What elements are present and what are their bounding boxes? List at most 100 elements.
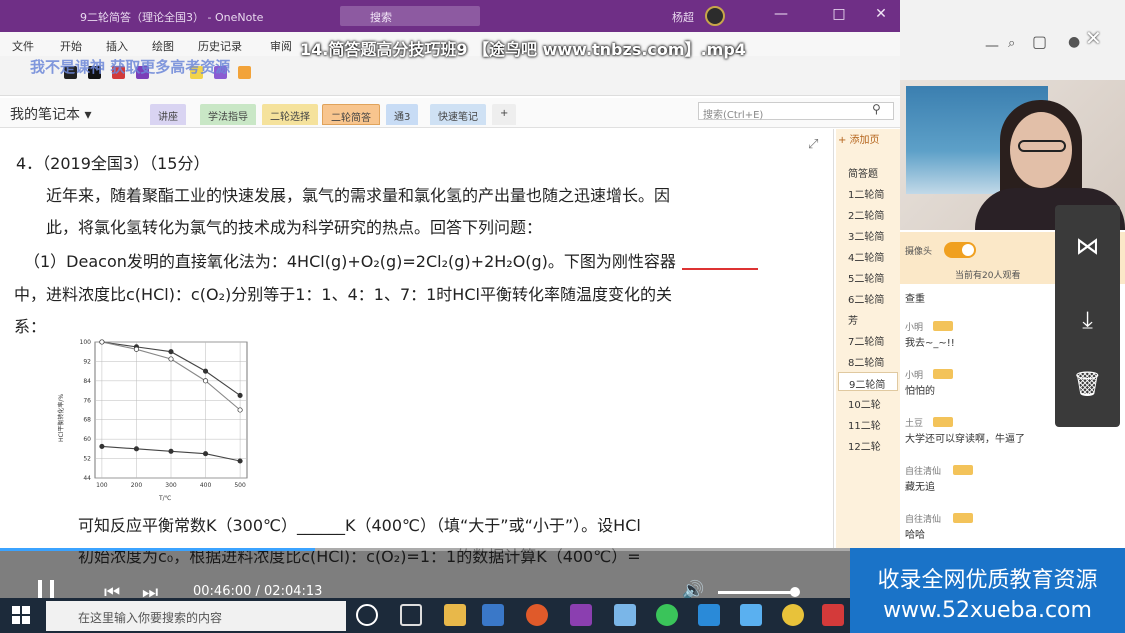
app-icon[interactable] — [614, 604, 636, 626]
chat-message: 哈哈 — [905, 530, 925, 541]
y-tick-label: 76 — [83, 397, 91, 404]
page-item[interactable]: 2二轮简 — [838, 204, 898, 223]
tab-review[interactable]: 审阅 — [270, 38, 292, 54]
section-tab-active[interactable]: 二轮简答 — [322, 104, 380, 125]
download-icon[interactable]: ⤓ — [1055, 284, 1120, 358]
y-tick-label: 60 — [83, 436, 91, 443]
y-tick-label: 44 — [83, 475, 91, 482]
part1-line-3: 系： — [14, 317, 47, 336]
x-tick-label: 400 — [200, 482, 212, 489]
highlighter-orange[interactable] — [238, 66, 251, 79]
chat-username: 小明 — [905, 323, 924, 333]
presenter-glasses — [1018, 140, 1066, 152]
notebook-name: 我的笔记本 — [10, 107, 80, 123]
cortana-icon[interactable] — [356, 604, 378, 626]
onenote-icon[interactable] — [570, 604, 592, 626]
chat-username: 土豆 — [905, 419, 924, 429]
data-point — [133, 446, 140, 452]
chat-message: 我去~_~!! — [905, 338, 955, 349]
trash-icon[interactable]: 🗑 — [1055, 348, 1120, 422]
part1-line-1: （1）Deacon发明的直接氧化法为：4HCl(g)+O₂(g)=2Cl₂(g)… — [24, 252, 676, 271]
page-item-active[interactable]: 9二轮简 — [838, 372, 898, 391]
chat-message: 大学还可以穿读啊，牛逼了 — [905, 434, 1025, 445]
section-tab[interactable]: 学法指导 — [200, 104, 256, 125]
data-point — [237, 392, 243, 398]
time-display: 00:46:00 / 02:04:13 — [193, 584, 323, 599]
app-icon[interactable] — [482, 604, 504, 626]
y-tick-label: 92 — [83, 358, 91, 365]
maximize-button[interactable]: □ — [826, 6, 852, 26]
add-page-button[interactable]: + 添加页 — [838, 131, 880, 146]
minimize-button[interactable]: — — [768, 6, 794, 26]
section-tab[interactable]: 二轮选择 — [262, 104, 318, 125]
page-item[interactable]: 芳 — [838, 309, 898, 328]
page-item[interactable]: 12二轮 — [838, 435, 898, 454]
data-point — [168, 448, 174, 454]
camera-toggle[interactable] — [944, 242, 976, 258]
account-icon[interactable]: ● — [1068, 34, 1080, 50]
page-item[interactable]: 8二轮简 — [838, 351, 898, 370]
tab-history[interactable]: 历史记录 — [198, 38, 242, 54]
tab-insert[interactable]: 插入 — [106, 38, 128, 54]
page-item[interactable]: 10二轮 — [838, 393, 898, 412]
brand-url: www.52xueba.com — [883, 598, 1092, 623]
x-tick-label: 500 — [234, 482, 246, 489]
search-icon[interactable]: ⚲ — [872, 102, 881, 116]
x-tick-label: 100 — [96, 482, 108, 489]
page-item[interactable]: 7二轮简 — [838, 330, 898, 349]
wechat-icon[interactable] — [656, 604, 678, 626]
camera-toggle-label: 摄像头 — [905, 247, 933, 257]
tab-file[interactable]: 文件 — [12, 38, 34, 54]
chat-username: 小明 — [905, 371, 924, 381]
data-point — [202, 378, 209, 384]
user-level-badge — [933, 321, 953, 331]
window-icon[interactable]: ▢ — [1032, 32, 1047, 51]
page-item[interactable]: 5二轮简 — [838, 267, 898, 286]
volume-handle[interactable] — [790, 587, 800, 597]
edge-icon[interactable] — [698, 604, 720, 626]
avatar[interactable] — [705, 6, 725, 26]
browser-icon[interactable] — [526, 604, 548, 626]
notebook-search-input[interactable]: 搜索(Ctrl+E) — [698, 102, 894, 121]
page-item[interactable]: 4二轮简 — [838, 246, 898, 265]
chat-message: 藏无追 — [905, 482, 935, 493]
page-item[interactable]: 1二轮简 — [838, 183, 898, 202]
title-bar: 9二轮简答（理论全国3） - OneNote 搜索 杨超 — □ ✕ — [0, 0, 900, 32]
y-tick-label: 52 — [83, 456, 91, 463]
brand-watermark: 收录全网优质教育资源 www.52xueba.com — [850, 548, 1125, 633]
tab-draw[interactable]: 绘图 — [152, 38, 174, 54]
app-icon[interactable] — [740, 604, 762, 626]
section-tab[interactable]: 通3 — [386, 104, 419, 125]
question-heading: 4．（2019全国3）（15分） — [16, 154, 210, 173]
section-tab[interactable]: 讲座 — [150, 104, 186, 125]
chrome-icon[interactable] — [782, 604, 804, 626]
expand-icon[interactable]: ⤢ — [808, 137, 818, 152]
page-item[interactable]: 11二轮 — [838, 414, 898, 433]
windows-start-icon[interactable] — [12, 606, 30, 624]
close-button[interactable]: ✕ — [868, 6, 894, 26]
add-section-button[interactable]: + — [492, 104, 517, 125]
watermark-text: 我不是课神 获取更多高考资源 — [30, 58, 231, 76]
data-point — [237, 458, 243, 464]
section-tab[interactable]: 快速笔记 — [430, 104, 486, 125]
taskbar-search-input[interactable]: 在这里输入你要搜索的内容 — [46, 601, 346, 631]
chat-message: 查重 — [905, 294, 925, 305]
title-search-input[interactable]: 搜索 — [340, 6, 480, 26]
viewer-count: 当前有20人观看 — [955, 271, 1021, 281]
zoom-icon[interactable]: ⌕ — [1008, 36, 1015, 51]
video-title: 14.简答题高分技巧班9 【途鸟吧 www.tnbzs.com】.mp4 — [300, 40, 746, 59]
page-item[interactable]: 简答题 — [838, 162, 898, 181]
page-item[interactable]: 3二轮简 — [838, 225, 898, 244]
user-name[interactable]: 杨超 — [672, 9, 694, 25]
tab-home[interactable]: 开始 — [60, 38, 82, 54]
app-icon[interactable] — [822, 604, 844, 626]
task-view-icon[interactable] — [400, 604, 422, 626]
close-icon[interactable]: ✕ — [1085, 26, 1102, 50]
share-icon[interactable]: ⋈ — [1055, 210, 1120, 284]
minimize-icon[interactable]: — — [985, 38, 999, 54]
page-item[interactable]: 6二轮简 — [838, 288, 898, 307]
volume-slider[interactable] — [718, 591, 796, 594]
y-axis-label: HCl平衡转化率/% — [57, 394, 65, 442]
notebook-selector[interactable]: 我的笔记本 ▾ — [10, 104, 91, 124]
file-explorer-icon[interactable] — [444, 604, 466, 626]
